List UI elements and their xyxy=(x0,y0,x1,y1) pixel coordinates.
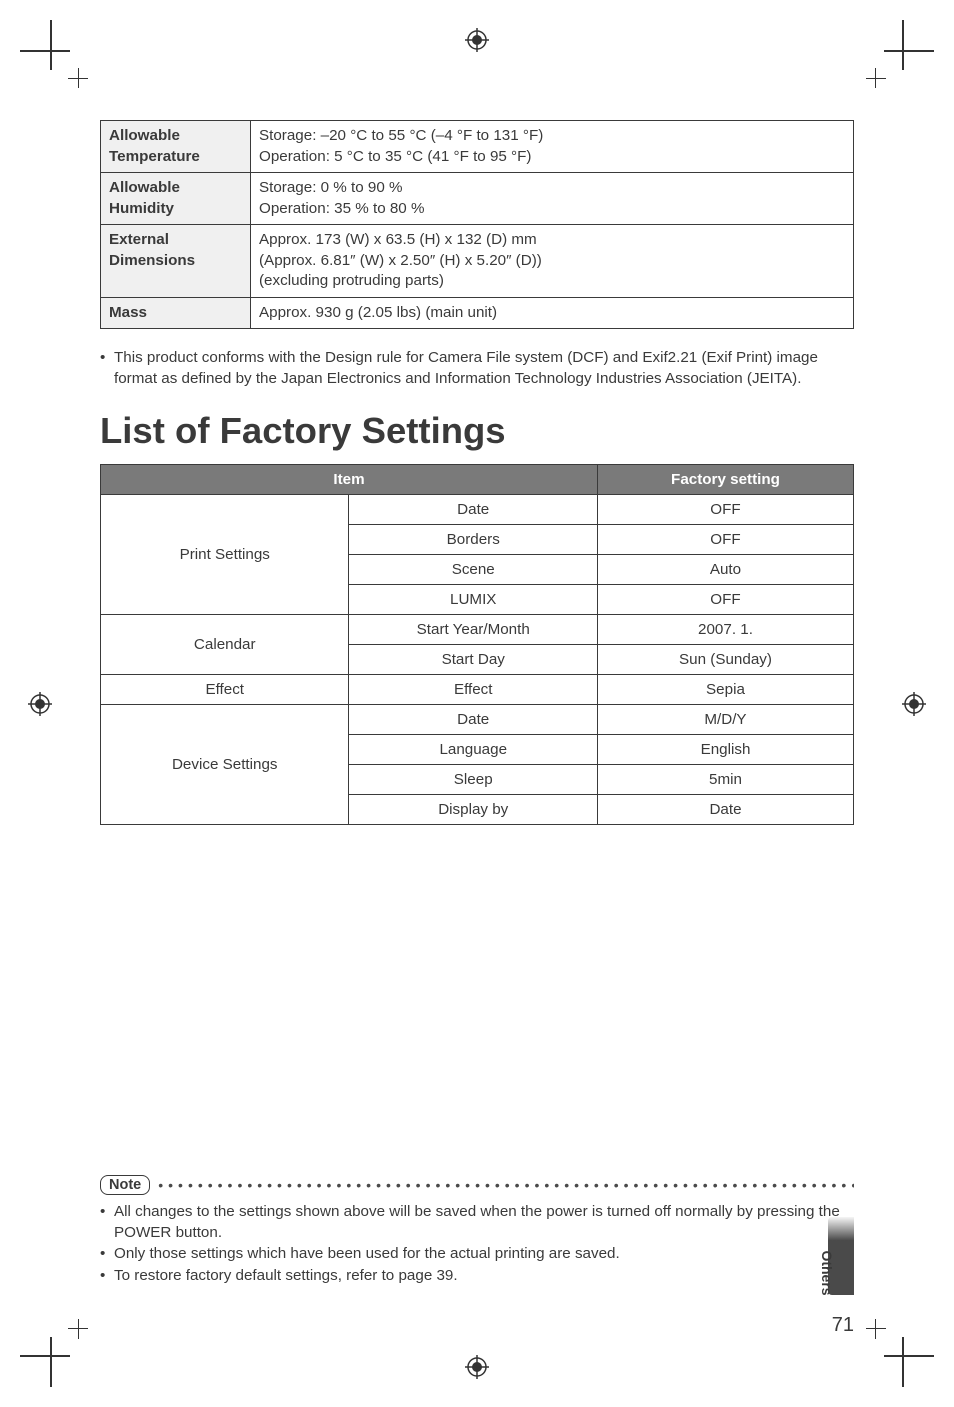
setting-cell: Sepia xyxy=(597,674,853,704)
crop-mark xyxy=(50,20,52,70)
registration-mark-icon xyxy=(465,28,489,52)
page-number: 71 xyxy=(832,1314,854,1337)
setting-cell: OFF xyxy=(597,494,853,524)
table-row: Allowable Humidity Storage: 0 % to 90 % … xyxy=(101,173,854,225)
crop-mark xyxy=(875,1319,876,1339)
registration-mark-icon xyxy=(28,692,52,716)
note-text: Only those settings which have been used… xyxy=(114,1243,620,1264)
crop-mark xyxy=(884,50,934,52)
table-row: Print Settings Date OFF xyxy=(101,494,854,524)
spec-label: Allowable Temperature xyxy=(101,121,251,173)
crop-mark xyxy=(902,1337,904,1387)
group-cell: Calendar xyxy=(101,614,349,674)
item-cell: Date xyxy=(349,494,597,524)
item-cell: Start Year/Month xyxy=(349,614,597,644)
table-row: External Dimensions Approx. 173 (W) x 63… xyxy=(101,225,854,298)
crop-mark xyxy=(866,78,886,79)
crop-mark xyxy=(20,1355,70,1357)
note-dotline: ••••••••••••••••••••••••••••••••••••••••… xyxy=(158,1177,854,1193)
table-row: Allowable Temperature Storage: –20 °C to… xyxy=(101,121,854,173)
setting-cell: M/D/Y xyxy=(597,704,853,734)
header-item: Item xyxy=(101,464,598,494)
registration-mark-icon xyxy=(465,1355,489,1379)
spec-label: External Dimensions xyxy=(101,225,251,298)
table-row: Calendar Start Year/Month 2007. 1. xyxy=(101,614,854,644)
note-body: •All changes to the settings shown above… xyxy=(100,1201,854,1286)
spec-label-text: External Dimensions xyxy=(109,231,195,269)
item-cell: Start Day xyxy=(349,644,597,674)
crop-mark xyxy=(68,1328,88,1329)
item-cell: Date xyxy=(349,704,597,734)
spec-value-text: Approx. 930 g (2.05 lbs) (main unit) xyxy=(259,304,497,321)
conformance-text: This product conforms with the Design ru… xyxy=(114,347,854,390)
group-cell: Print Settings xyxy=(101,494,349,614)
spec-label-text: Allowable Humidity xyxy=(109,179,180,217)
note-text: To restore factory default settings, ref… xyxy=(114,1265,458,1286)
specifications-table: Allowable Temperature Storage: –20 °C to… xyxy=(100,120,854,329)
conformance-note: • This product conforms with the Design … xyxy=(100,347,854,390)
setting-cell: OFF xyxy=(597,524,853,554)
spec-value: Approx. 930 g (2.05 lbs) (main unit) xyxy=(251,297,854,329)
group-cell: Effect xyxy=(101,674,349,704)
setting-cell: Sun (Sunday) xyxy=(597,644,853,674)
item-cell: LUMIX xyxy=(349,584,597,614)
item-cell: Language xyxy=(349,734,597,764)
crop-mark xyxy=(20,50,70,52)
setting-cell: OFF xyxy=(597,584,853,614)
spec-value: Approx. 173 (W) x 63.5 (H) x 132 (D) mm … xyxy=(251,225,854,298)
item-cell: Sleep xyxy=(349,764,597,794)
item-cell: Display by xyxy=(349,794,597,824)
item-cell: Effect xyxy=(349,674,597,704)
note-header: Note •••••••••••••••••••••••••••••••••••… xyxy=(100,1175,854,1195)
registration-mark-icon xyxy=(902,692,926,716)
spec-label-text: Mass xyxy=(109,304,147,321)
spec-value-text: Approx. 173 (W) x 63.5 (H) x 132 (D) mm … xyxy=(259,231,542,289)
setting-cell: Auto xyxy=(597,554,853,584)
setting-cell: Date xyxy=(597,794,853,824)
group-cell: Device Settings xyxy=(101,704,349,824)
page-title: List of Factory Settings xyxy=(100,410,854,452)
section-tab-label: Others xyxy=(819,1243,835,1303)
header-setting: Factory setting xyxy=(597,464,853,494)
table-row: Mass Approx. 930 g (2.05 lbs) (main unit… xyxy=(101,297,854,329)
crop-mark xyxy=(68,78,88,79)
crop-mark xyxy=(78,1319,79,1339)
item-cell: Borders xyxy=(349,524,597,554)
crop-mark xyxy=(866,1328,886,1329)
setting-cell: 5min xyxy=(597,764,853,794)
note-text: All changes to the settings shown above … xyxy=(114,1201,854,1244)
crop-mark xyxy=(902,20,904,70)
item-cell: Scene xyxy=(349,554,597,584)
crop-mark xyxy=(50,1337,52,1387)
crop-mark xyxy=(884,1355,934,1357)
setting-cell: English xyxy=(597,734,853,764)
table-header-row: Item Factory setting xyxy=(101,464,854,494)
factory-settings-table: Item Factory setting Print Settings Date… xyxy=(100,464,854,825)
table-row: Device Settings Date M/D/Y xyxy=(101,704,854,734)
spec-value: Storage: 0 % to 90 % Operation: 35 % to … xyxy=(251,173,854,225)
setting-cell: 2007. 1. xyxy=(597,614,853,644)
spec-label: Mass xyxy=(101,297,251,329)
note-label: Note xyxy=(100,1175,150,1195)
spec-value: Storage: –20 °C to 55 °C (–4 °F to 131 °… xyxy=(251,121,854,173)
spec-label: Allowable Humidity xyxy=(101,173,251,225)
table-row: Effect Effect Sepia xyxy=(101,674,854,704)
spec-value-text: Storage: –20 °C to 55 °C (–4 °F to 131 °… xyxy=(259,127,543,165)
spec-label-text: Allowable Temperature xyxy=(109,127,200,165)
spec-value-text: Storage: 0 % to 90 % Operation: 35 % to … xyxy=(259,179,424,217)
